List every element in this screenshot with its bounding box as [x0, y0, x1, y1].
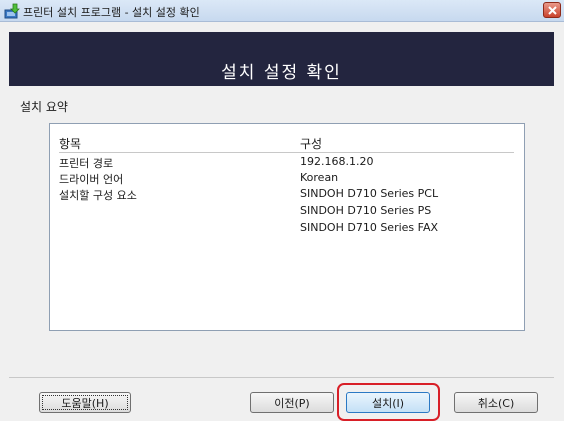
- close-icon: [548, 6, 557, 15]
- row-item-value: 192.168.1.20: [300, 155, 374, 168]
- row-item-label: 프린터 경로: [59, 157, 114, 170]
- column-header-item: 항목: [59, 137, 82, 151]
- summary-label: 설치 요약: [20, 100, 68, 114]
- row-item-value: Korean: [300, 171, 339, 184]
- header-banner: 설치 설정 확인: [9, 32, 554, 86]
- help-button[interactable]: 도움말(H): [39, 392, 131, 413]
- title-bar[interactable]: 프린터 설치 프로그램 - 설치 설정 확인: [0, 0, 564, 22]
- install-highlight-box: [337, 383, 440, 421]
- row-item-label: 드라이버 언어: [59, 173, 124, 186]
- summary-list[interactable]: 항목 구성 프린터 경로 192.168.1.20 드라이버 언어 Korean…: [49, 123, 525, 331]
- row-item-value: SINDOH D710 Series PS: [300, 204, 432, 217]
- row-item-value: SINDOH D710 Series FAX: [300, 221, 439, 234]
- installer-app-icon: [4, 3, 20, 19]
- window-title: 프린터 설치 프로그램 - 설치 설정 확인: [23, 6, 200, 19]
- row-item-value: SINDOH D710 Series PCL: [300, 187, 439, 200]
- page-title: 설치 설정 확인: [221, 63, 342, 83]
- cancel-button[interactable]: 취소(C): [454, 392, 538, 413]
- previous-button[interactable]: 이전(P): [250, 392, 334, 413]
- close-button[interactable]: [543, 2, 561, 18]
- row-item-label: 설치할 구성 요소: [59, 189, 137, 202]
- installer-window: 프린터 설치 프로그램 - 설치 설정 확인 설치 설정 확인 설치 요약 항목…: [0, 0, 564, 421]
- column-header-config: 구성: [300, 137, 323, 151]
- header-divider: [59, 152, 514, 153]
- footer-divider: [9, 377, 554, 378]
